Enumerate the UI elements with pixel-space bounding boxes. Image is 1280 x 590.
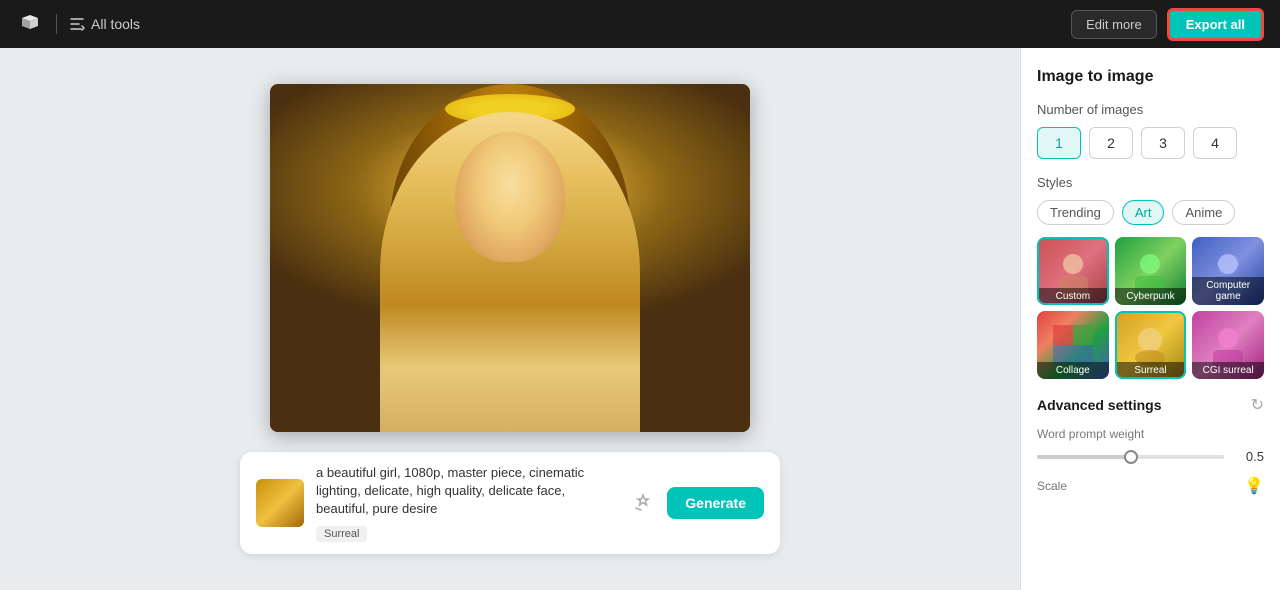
magic-icon[interactable] <box>627 487 659 519</box>
tab-trending[interactable]: Trending <box>1037 200 1114 225</box>
prompt-text: a beautiful girl, 1080p, master piece, c… <box>316 464 615 519</box>
all-tools-label: All tools <box>91 16 140 32</box>
header-divider <box>56 14 57 34</box>
style-card-cgisurreal[interactable]: CGI surreal <box>1192 311 1264 379</box>
advanced-settings-label: Advanced settings <box>1037 397 1161 413</box>
num-images-row: 1 2 3 4 <box>1037 127 1264 159</box>
generated-image <box>270 84 750 432</box>
canvas-area: a beautiful girl, 1080p, master piece, c… <box>0 48 1020 590</box>
word-prompt-weight-value: 0.5 <box>1234 449 1264 464</box>
advanced-settings-section: Advanced settings ↻ Word prompt weight 0… <box>1037 395 1264 496</box>
num-btn-4[interactable]: 4 <box>1193 127 1237 159</box>
num-btn-2[interactable]: 2 <box>1089 127 1133 159</box>
prompt-text-area: a beautiful girl, 1080p, master piece, c… <box>316 464 615 543</box>
styles-section: Styles Trending Art Anime Custom <box>1037 175 1264 379</box>
prompt-actions: Generate <box>627 487 764 519</box>
style-card-computergame[interactable]: Computer game <box>1192 237 1264 305</box>
styles-grid: Custom Cyberpunk <box>1037 237 1264 379</box>
style-card-surreal[interactable]: Surreal <box>1115 311 1187 379</box>
tab-anime[interactable]: Anime <box>1172 200 1235 225</box>
style-card-custom[interactable]: Custom <box>1037 237 1109 305</box>
cyberpunk-label: Cyberpunk <box>1115 288 1187 305</box>
logo <box>16 10 44 38</box>
export-all-button[interactable]: Export all <box>1167 8 1264 41</box>
cgisurreal-label: CGI surreal <box>1192 362 1264 379</box>
num-images-label: Number of images <box>1037 102 1264 117</box>
scale-row: Scale 💡 <box>1037 476 1264 496</box>
collage-label: Collage <box>1037 362 1109 379</box>
word-prompt-weight-label: Word prompt weight <box>1037 427 1264 441</box>
num-btn-1[interactable]: 1 <box>1037 127 1081 159</box>
refresh-icon[interactable]: ↻ <box>1251 395 1264 415</box>
word-prompt-slider-thumb[interactable] <box>1124 450 1138 464</box>
prompt-tag: Surreal <box>316 526 367 542</box>
style-card-collage[interactable]: Collage <box>1037 311 1109 379</box>
portrait-background <box>270 84 750 432</box>
header: All tools Edit more Export all <box>0 0 1280 48</box>
all-tools-nav[interactable]: All tools <box>69 16 140 32</box>
advanced-header-row: Advanced settings ↻ <box>1037 395 1264 415</box>
num-btn-3[interactable]: 3 <box>1141 127 1185 159</box>
info-icon[interactable]: 💡 <box>1244 476 1264 496</box>
custom-preview <box>1037 237 1109 305</box>
scale-section: Scale 💡 <box>1037 476 1264 496</box>
portrait-face <box>455 132 565 262</box>
custom-label: Custom <box>1037 288 1109 305</box>
surreal-label: Surreal <box>1115 362 1187 379</box>
main-layout: a beautiful girl, 1080p, master piece, c… <box>0 48 1280 590</box>
computergame-label: Computer game <box>1192 277 1264 305</box>
panel-title: Image to image <box>1037 68 1264 86</box>
word-prompt-slider-track[interactable] <box>1037 455 1224 459</box>
scale-label: Scale <box>1037 479 1067 493</box>
style-card-cyberpunk[interactable]: Cyberpunk <box>1115 237 1187 305</box>
styles-label: Styles <box>1037 175 1264 190</box>
header-actions: Edit more Export all <box>1071 8 1264 41</box>
word-prompt-slider-fill <box>1037 455 1131 459</box>
styles-tabs: Trending Art Anime <box>1037 200 1264 225</box>
edit-more-button[interactable]: Edit more <box>1071 10 1157 39</box>
prompt-thumbnail <box>256 479 304 527</box>
surreal-preview <box>1115 311 1187 379</box>
word-prompt-weight-section: Word prompt weight 0.5 <box>1037 427 1264 464</box>
prompt-bar: a beautiful girl, 1080p, master piece, c… <box>240 452 780 555</box>
right-panel: Image to image Number of images 1 2 3 4 … <box>1020 48 1280 590</box>
portrait-figure <box>380 112 640 432</box>
number-of-images-section: Number of images 1 2 3 4 <box>1037 102 1264 159</box>
tab-art[interactable]: Art <box>1122 200 1165 225</box>
word-prompt-slider-row: 0.5 <box>1037 449 1264 464</box>
generate-button[interactable]: Generate <box>667 487 764 519</box>
